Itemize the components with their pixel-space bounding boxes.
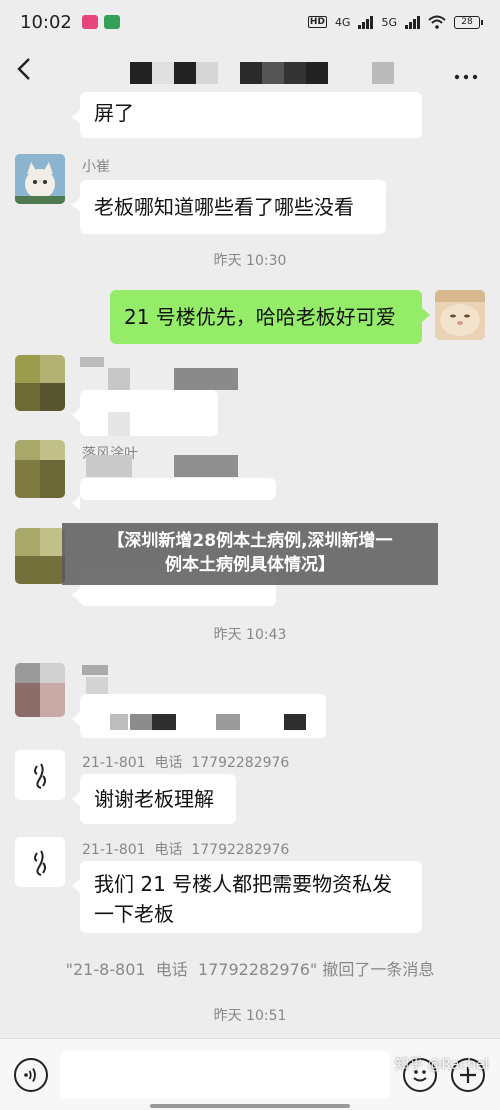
sender-name: 21-1-801 电话 17792282976 — [82, 755, 290, 771]
message-bubble[interactable]: 屏了 — [72, 92, 422, 138]
calligraphy-avatar-image — [15, 837, 65, 887]
sender-name: 小崔 — [82, 159, 110, 175]
hamster-avatar-image — [435, 290, 485, 340]
headline-overlay: 【深圳新增28例本土病例,深圳新增一 例本土病例具体情况】 — [62, 523, 438, 585]
message-bubble[interactable]: 我们 21 号楼人都把需要物资私发一下老板 — [72, 861, 422, 933]
timestamp: 昨天 10:51 — [213, 1008, 287, 1024]
more-dots-icon — [454, 74, 478, 80]
avatar-pixelated[interactable] — [15, 528, 65, 584]
watermark-text: 知乎 @Rachel — [395, 1057, 489, 1073]
avatar-pixelated[interactable] — [15, 440, 65, 498]
chat-title-pixelated — [130, 62, 394, 84]
signal-icon-2 — [405, 15, 420, 29]
avatar[interactable] — [15, 750, 65, 800]
message-bubble-self[interactable]: 21 号楼优先，哈哈老板好可爱 — [110, 290, 430, 344]
timestamp: 昨天 10:43 — [213, 627, 287, 643]
hd-icon: HD — [307, 16, 327, 28]
chevron-left-icon — [17, 58, 30, 80]
sender-name: 21-1-801 电话 17792282976 — [82, 842, 290, 858]
calligraphy-avatar-image — [15, 750, 65, 800]
message-input-bar — [0, 1038, 500, 1110]
voice-input-button[interactable] — [14, 1058, 48, 1092]
back-button[interactable] — [14, 56, 44, 86]
message-bubble[interactable]: 老板哪知道哪些看了哪些没看 — [72, 180, 386, 234]
cat-avatar-image — [15, 154, 65, 204]
message-text: 屏了 — [94, 101, 134, 125]
message-bubble[interactable]: 谢谢老板理解 — [72, 774, 236, 824]
status-time: 10:02 — [20, 11, 72, 33]
headline-line-1: 【深圳新增28例本土病例,深圳新增一 — [107, 531, 393, 551]
network-label-2: 5G — [381, 15, 397, 29]
status-bar: 10:02 HD 4G 5G 28 — [0, 0, 500, 44]
self-avatar[interactable] — [435, 290, 485, 340]
more-options-button[interactable] — [454, 58, 478, 86]
network-label-1: 4G — [334, 15, 351, 29]
message-bubble-pixelated[interactable] — [72, 694, 326, 738]
battery-icon: 28 — [454, 15, 483, 29]
headline-line-2: 例本土病例具体情况】 — [165, 555, 335, 575]
message-text: 21 号楼优先，哈哈老板好可爱 — [124, 305, 396, 329]
message-text: 谢谢老板理解 — [94, 787, 214, 811]
app-notification-icon — [81, 15, 98, 29]
message-bubble-pixelated[interactable] — [72, 390, 218, 436]
avatar-pixelated[interactable] — [15, 663, 65, 717]
avatar-pixelated[interactable] — [15, 355, 65, 411]
avatar[interactable] — [15, 837, 65, 887]
message-text: 我们 21 号楼人都把需要物资私发一下老板 — [94, 872, 393, 926]
home-indicator[interactable] — [150, 1104, 350, 1108]
message-text: 老板哪知道哪些看了哪些没看 — [94, 195, 354, 219]
timestamp: 昨天 10:30 — [213, 253, 287, 269]
avatar[interactable] — [15, 154, 65, 204]
wifi-icon — [428, 15, 446, 29]
app-notification-icon-2 — [103, 15, 120, 29]
signal-icon — [358, 15, 374, 29]
voice-icon — [24, 1068, 36, 1082]
message-text-input[interactable] — [60, 1051, 390, 1099]
recall-notice: "21-8-801 电话 17792282976" 撤回了一条消息 — [65, 960, 435, 979]
message-bubble-pixelated[interactable] — [72, 478, 276, 510]
